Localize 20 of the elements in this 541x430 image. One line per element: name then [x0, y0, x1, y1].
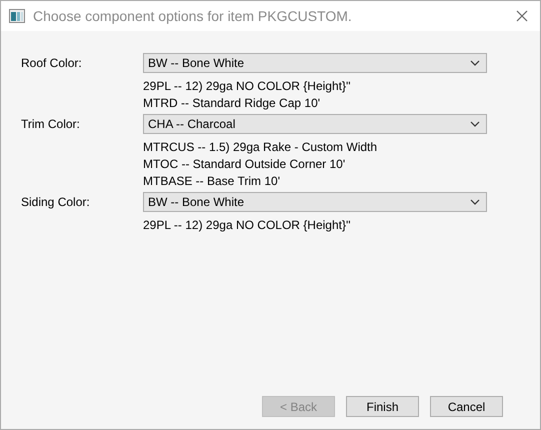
field-label: Roof Color:: [21, 55, 83, 72]
color-dropdown[interactable]: BW -- Bone White: [143, 192, 487, 212]
chevron-down-icon: [470, 199, 480, 205]
component-text: MTOC -- Standard Outside Corner 10': [143, 156, 346, 173]
component-text: MTBASE -- Base Trim 10': [143, 173, 281, 190]
chevron-down-icon: [470, 60, 480, 66]
color-dropdown[interactable]: CHA -- Charcoal: [143, 114, 487, 134]
color-dropdown[interactable]: BW -- Bone White: [143, 53, 487, 73]
field-label: Trim Color:: [21, 116, 81, 133]
field-label: Siding Color:: [21, 194, 91, 211]
component-text: 29PL -- 12) 29ga NO COLOR {Height}'': [143, 217, 352, 234]
dialog-button[interactable]: Cancel: [430, 396, 503, 417]
dialog-button[interactable]: Finish: [346, 396, 419, 417]
chevron-down-icon: [470, 121, 480, 127]
component-text: MTRCUS -- 1.5) 29ga Rake - Custom Width: [143, 139, 378, 156]
component-text: MTRD -- Standard Ridge Cap 10': [143, 95, 322, 112]
window-icon: [9, 9, 25, 23]
window-title: Choose component options for item PKGCUSTOM.: [33, 6, 353, 26]
component-text: 29PL -- 12) 29ga NO COLOR {Height}'': [143, 78, 352, 95]
close-icon[interactable]: [516, 10, 528, 22]
